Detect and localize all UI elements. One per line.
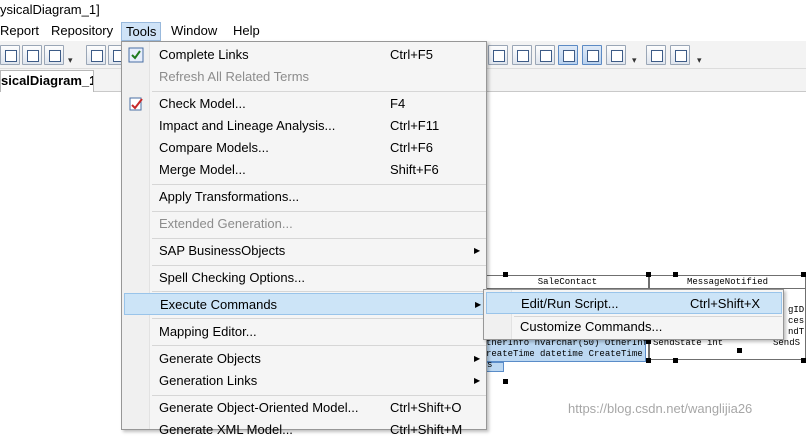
- selection-handle[interactable]: [503, 272, 508, 277]
- table-icon[interactable]: [512, 45, 532, 65]
- menu-item-extended-generation: Extended Generation...: [159, 216, 293, 231]
- watermark: https://blog.csdn.net/wanglijia26: [568, 401, 753, 416]
- submenu-item-edit-run-script[interactable]: Edit/Run Script... Ctrl+Shift+X: [486, 292, 782, 314]
- menu-item-complete-links[interactable]: Complete Links Ctrl+F5: [124, 44, 484, 66]
- window-title: ysicalDiagram_1]: [0, 2, 100, 17]
- menu-repository[interactable]: Repository: [47, 22, 117, 41]
- execute-commands-submenu: Edit/Run Script... Ctrl+Shift+X Customiz…: [483, 289, 784, 340]
- print-icon[interactable]: [670, 45, 690, 65]
- menu-separator: [152, 291, 486, 292]
- menu-separator: [152, 345, 486, 346]
- selection-handle[interactable]: [673, 272, 678, 277]
- menu-separator: [152, 395, 486, 396]
- column-row: ces: [788, 316, 805, 326]
- toolbar-dropdown-icon-3[interactable]: ▾: [697, 55, 702, 66]
- menu-separator: [152, 238, 486, 239]
- menu-item-execute-commands[interactable]: Execute Commands ▶: [124, 293, 484, 315]
- toolbar-dropdown-icon-2[interactable]: ▾: [632, 55, 637, 66]
- table-salecontact-title: SaleContact: [487, 276, 648, 289]
- menu-separator: [152, 211, 486, 212]
- submenu-item-customize-commands[interactable]: Customize Commands...: [486, 316, 782, 338]
- menu-item-check-model[interactable]: Check Model... F4: [124, 93, 484, 115]
- selection-handle[interactable]: [503, 379, 508, 384]
- menu-item-generate-objects[interactable]: Generate Objects ▶: [124, 348, 484, 370]
- menu-item-merge-model[interactable]: Merge Model... Shift+F6: [124, 159, 484, 181]
- menu-item-mapping-editor[interactable]: Mapping Editor...: [124, 321, 484, 343]
- submenu-arrow-icon: ▶: [474, 246, 481, 255]
- menu-item-apply-transformations[interactable]: Apply Transformations...: [124, 186, 484, 208]
- new-package-icon[interactable]: [86, 45, 106, 65]
- print-preview-icon[interactable]: [646, 45, 666, 65]
- redo-icon[interactable]: [0, 45, 20, 65]
- properties-icon[interactable]: [22, 45, 42, 65]
- list-icon[interactable]: [535, 45, 555, 65]
- model-icon[interactable]: [44, 45, 64, 65]
- complete-links-icon: [128, 47, 144, 63]
- menu-report[interactable]: Report: [0, 22, 43, 41]
- menu-separator: [152, 91, 486, 92]
- view-icon[interactable]: [582, 45, 602, 65]
- zoom-icon[interactable]: [558, 45, 578, 65]
- check-model-icon: [129, 97, 143, 111]
- report-icon[interactable]: [606, 45, 626, 65]
- toolbar-dropdown-icon[interactable]: ▾: [68, 55, 73, 66]
- tools-menu: Complete Links Ctrl+F5 Refresh All Relat…: [121, 41, 487, 437]
- selection-handle[interactable]: [801, 358, 806, 363]
- table-messagenotified-title: MessageNotified: [650, 276, 805, 289]
- submenu-arrow-icon: ▶: [475, 300, 482, 309]
- selection-handle[interactable]: [646, 358, 651, 363]
- menu-tools[interactable]: Tools: [121, 22, 162, 41]
- menu-separator: [152, 184, 486, 185]
- column-row: ndT: [788, 327, 805, 337]
- submenu-arrow-icon: ▶: [474, 376, 481, 385]
- column-row: gID: [788, 305, 805, 315]
- menu-item-impact-analysis[interactable]: Impact and Lineage Analysis... Ctrl+F11: [124, 115, 484, 137]
- menu-bar: Report Repository Tools Window Help: [0, 22, 806, 41]
- selection-handle[interactable]: [673, 358, 678, 363]
- selection-handle[interactable]: [646, 272, 651, 277]
- menu-separator: [152, 318, 486, 319]
- menu-window[interactable]: Window: [167, 22, 221, 41]
- column-row: s: [487, 360, 493, 370]
- menu-item-sap-businessobjects[interactable]: SAP BusinessObjects ▶: [124, 240, 484, 262]
- menu-item-generation-links[interactable]: Generation Links ▶: [124, 370, 484, 392]
- submenu-arrow-icon: ▶: [474, 354, 481, 363]
- selection-handle[interactable]: [737, 348, 742, 353]
- menu-item-generate-xml[interactable]: Generate XML Model... Ctrl+Shift+M: [124, 419, 484, 441]
- tab-physical-diagram[interactable]: sicalDiagram_1: [0, 70, 94, 92]
- column-row: reateTime datetime CreateTime: [486, 349, 643, 359]
- menu-help[interactable]: Help: [229, 22, 264, 41]
- menu-item-spell-checking[interactable]: Spell Checking Options...: [124, 267, 484, 289]
- menu-item-compare-models[interactable]: Compare Models... Ctrl+F6: [124, 137, 484, 159]
- menu-item-refresh-terms: Refresh All Related Terms: [159, 69, 310, 84]
- diagram-icon[interactable]: [488, 45, 508, 65]
- selection-handle[interactable]: [801, 272, 806, 277]
- menu-separator: [152, 265, 486, 266]
- window-title-bar: ysicalDiagram_1]: [0, 0, 806, 22]
- menu-item-generate-oom[interactable]: Generate Object-Oriented Model... Ctrl+S…: [124, 397, 484, 419]
